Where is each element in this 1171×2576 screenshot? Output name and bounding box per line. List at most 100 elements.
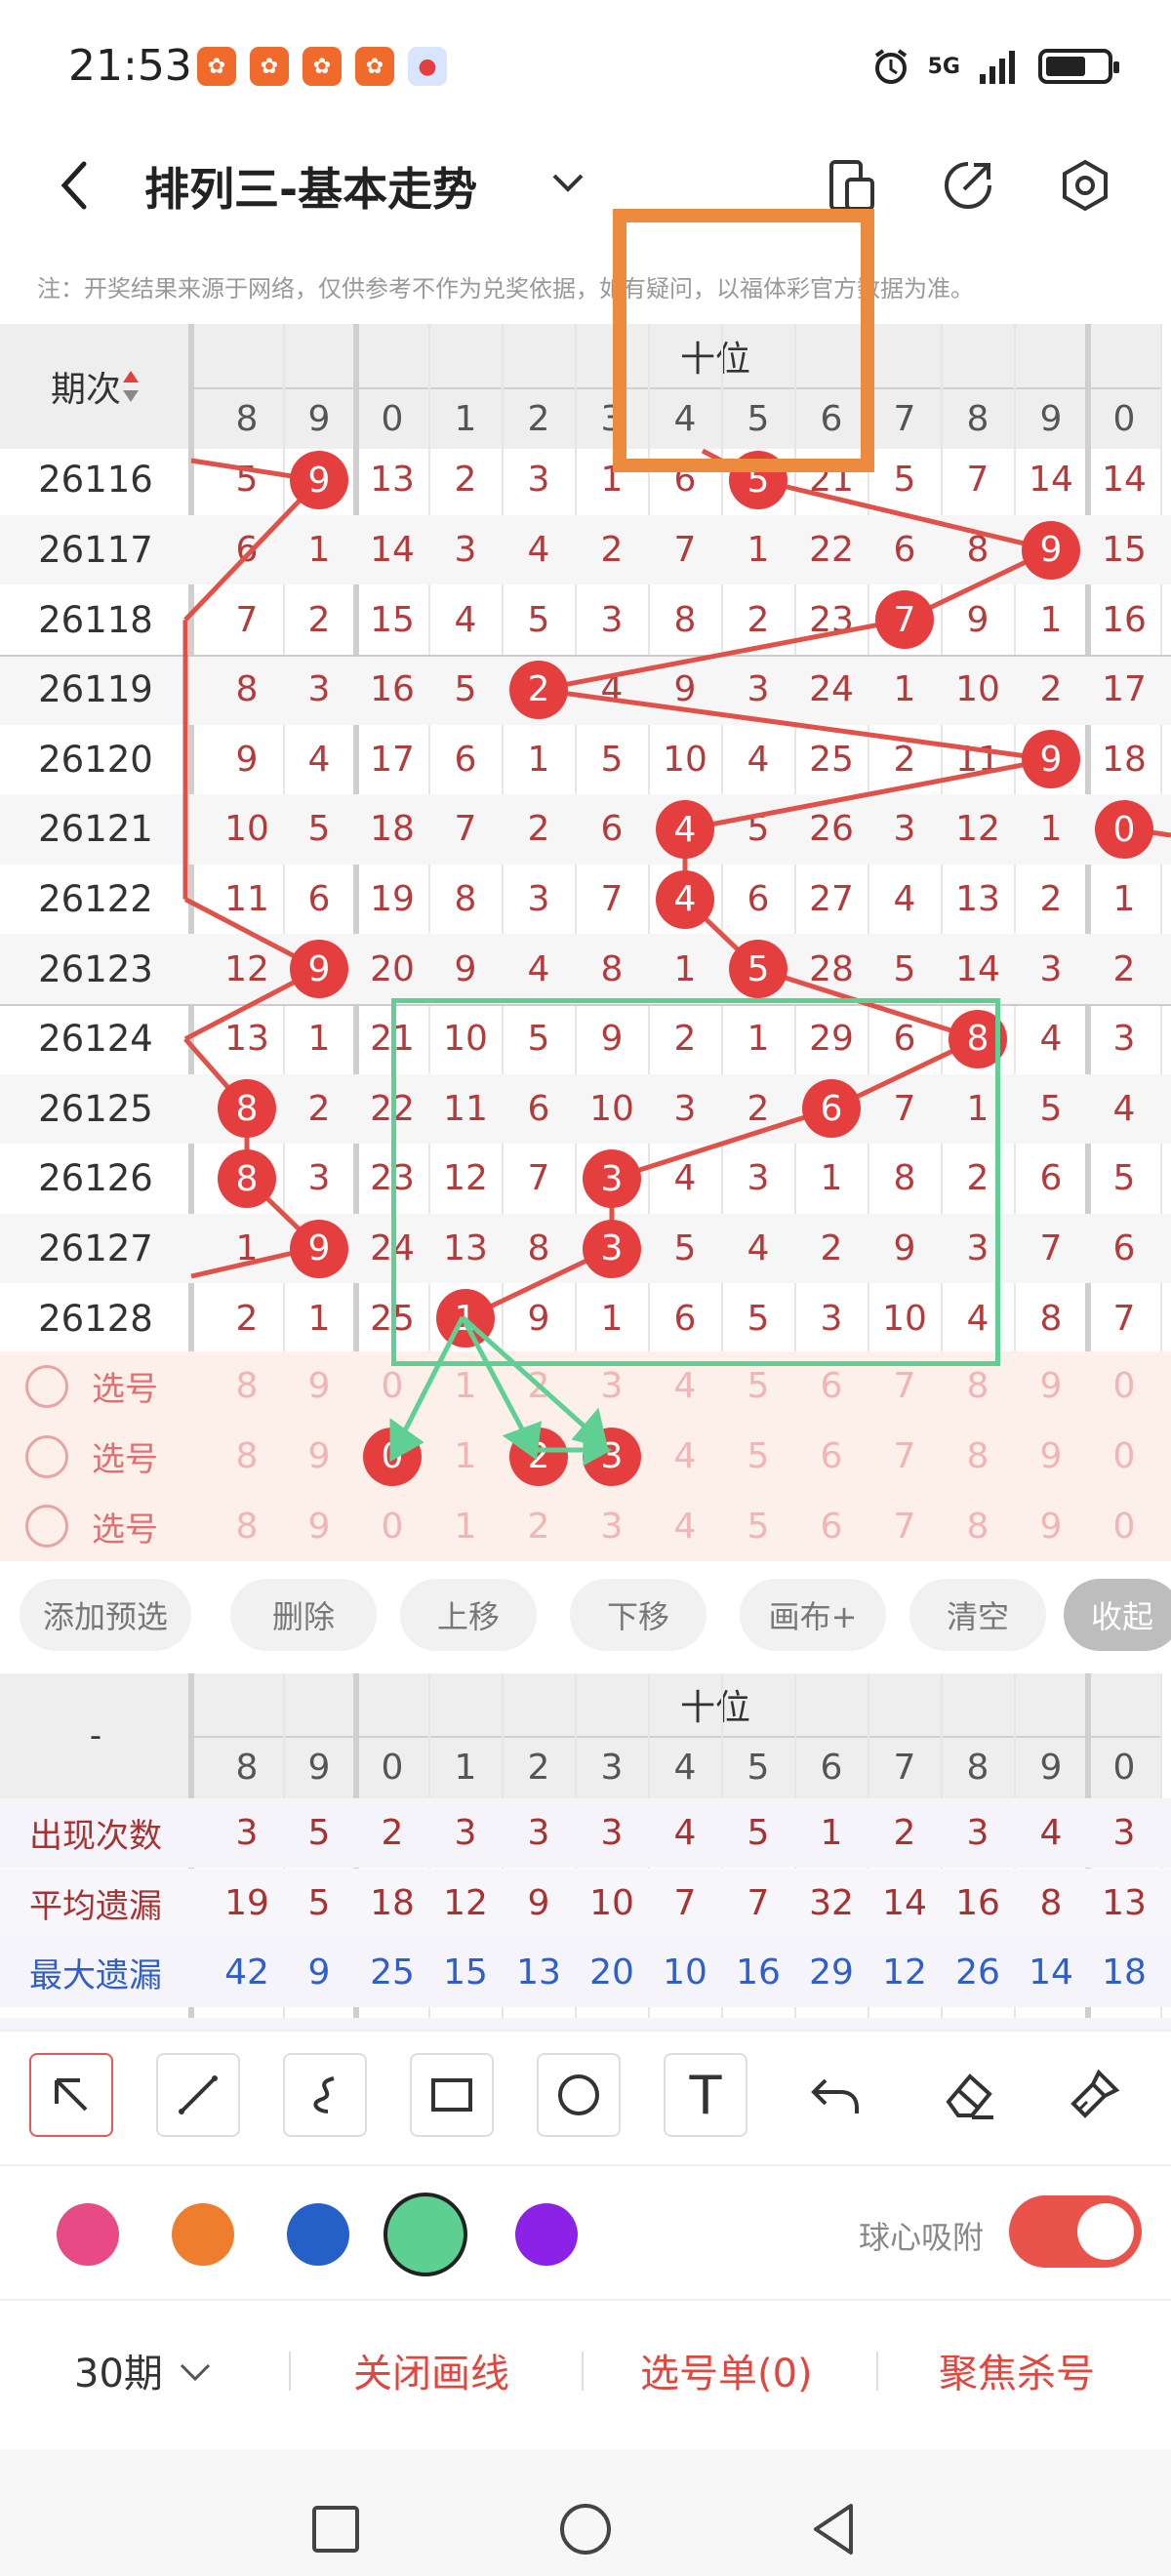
collapse-button[interactable]: 收起 (1064, 1579, 1171, 1651)
stats-header-divider (191, 1736, 1161, 1738)
focus-kill-button[interactable]: 聚焦杀号 (939, 2342, 1095, 2398)
action-button[interactable]: 下移 (570, 1579, 707, 1651)
stats-column-header: 2 (527, 1747, 550, 1788)
stats-value-cell: 3 (1112, 1813, 1136, 1853)
stats-value-cell: 8 (1039, 1882, 1063, 1923)
undo-icon[interactable] (808, 2069, 863, 2123)
tools-divider (0, 2030, 1171, 2032)
stats-value-cell: 10 (663, 1952, 707, 1992)
stats-value-cell: 2 (893, 1813, 916, 1853)
text-tool-button[interactable]: T (664, 2053, 747, 2137)
stats-value-cell: 18 (370, 1882, 415, 1923)
clear-brush-icon[interactable] (1066, 2067, 1122, 2123)
app-screen: { "status": {"time": "21:53", "network":… (0, 0, 1171, 2576)
stats-column-header: 0 (1112, 1747, 1136, 1788)
colors-divider (0, 2164, 1171, 2166)
stats-value-cell: 18 (1102, 1952, 1147, 1992)
stats-value-cell: 9 (527, 1882, 550, 1923)
stats-value-cell: 3 (600, 1813, 624, 1853)
stats-value-cell: 16 (955, 1882, 1000, 1923)
pick-list-button[interactable]: 选号单(0) (640, 2342, 813, 2398)
drawn-green-arrows[interactable] (0, 0, 1171, 1561)
color-swatch[interactable] (384, 2193, 467, 2276)
squiggle-icon (313, 2076, 335, 2113)
stats-value-cell: 25 (370, 1952, 415, 1992)
circle-icon (558, 2074, 599, 2115)
stats-tens-label: 十位 (679, 1688, 750, 1728)
stats-value-cell: 10 (589, 1882, 634, 1923)
stats-value-cell: 3 (454, 1813, 477, 1853)
stats-column-header: 9 (307, 1747, 331, 1788)
stats-value-cell: 2 (381, 1813, 404, 1853)
stats-column-header: 7 (893, 1747, 916, 1788)
chevron-down-icon[interactable] (176, 2359, 215, 2387)
stats-cutoff-row (0, 2018, 1171, 2030)
color-swatch[interactable] (57, 2203, 119, 2266)
circle-tool-button[interactable] (537, 2053, 621, 2137)
bottom-separator (289, 2352, 291, 2391)
stats-value-cell: 3 (235, 1813, 259, 1853)
stats-value-cell: 3 (527, 1813, 550, 1853)
stats-value-cell: 14 (1029, 1952, 1073, 1992)
stats-column-header: 3 (600, 1747, 624, 1788)
freehand-tool-button[interactable] (283, 2053, 367, 2137)
stats-value-cell: 14 (882, 1882, 927, 1923)
stats-column-header: 8 (235, 1747, 259, 1788)
color-swatch[interactable] (515, 2203, 578, 2266)
stats-column-header: 1 (454, 1747, 477, 1788)
bottom-divider (0, 2299, 1171, 2301)
stats-value-cell: 12 (443, 1882, 488, 1923)
bottom-separator (876, 2352, 878, 2391)
text-tool-icon: T (689, 2064, 722, 2126)
stats-value-cell: 13 (1102, 1882, 1147, 1923)
stats-value-cell: 12 (882, 1952, 927, 1992)
stats-value-cell: 1 (820, 1813, 843, 1853)
stats-row-label: 平均遗漏 (29, 1886, 162, 1926)
action-button[interactable]: 添加预选 (20, 1579, 191, 1651)
home-circle-icon[interactable] (558, 2502, 613, 2556)
snap-toggle[interactable] (1009, 2195, 1142, 2268)
stats-value-cell: 7 (747, 1882, 770, 1923)
stats-value-cell: 5 (307, 1882, 331, 1923)
stats-row-label: 出现次数 (29, 1817, 162, 1856)
close-draw-button[interactable]: 关闭画线 (353, 2342, 509, 2398)
color-swatch[interactable] (287, 2203, 349, 2266)
stats-value-cell: 4 (673, 1813, 697, 1853)
bottom-separator (582, 2352, 584, 2391)
stats-value-cell: 16 (736, 1952, 781, 1992)
stats-value-cell: 32 (809, 1882, 854, 1923)
stats-value-cell: 13 (516, 1952, 561, 1992)
select-tool-button[interactable] (29, 2053, 113, 2137)
back-triangle-icon[interactable] (808, 2502, 859, 2556)
stats-column-header: 6 (820, 1747, 843, 1788)
stats-corner-dash: - (89, 1716, 102, 1755)
action-button[interactable]: 删除 (230, 1579, 377, 1651)
color-swatch[interactable] (172, 2203, 234, 2266)
stats-value-cell: 19 (224, 1882, 269, 1923)
stats-value-cell: 4 (1039, 1813, 1063, 1853)
action-button[interactable]: 画布+ (740, 1579, 886, 1651)
stats-column-header: 9 (1039, 1747, 1063, 1788)
stats-value-cell: 42 (224, 1952, 269, 1992)
stats-column-header: 8 (966, 1747, 989, 1788)
stats-value-cell: 5 (307, 1813, 331, 1853)
stats-value-cell: 9 (307, 1952, 331, 1992)
line-tool-button[interactable] (156, 2053, 240, 2137)
period-count-select[interactable]: 30期 (74, 2342, 163, 2398)
arrow-pointer-icon (55, 2078, 88, 2112)
stats-value-cell: 7 (673, 1882, 697, 1923)
action-button[interactable]: 清空 (909, 1579, 1046, 1651)
stats-value-cell: 29 (809, 1952, 854, 1992)
stats-value-cell: 26 (955, 1952, 1000, 1992)
stats-value-cell: 15 (443, 1952, 488, 1992)
stats-value-cell: 5 (747, 1813, 770, 1853)
rectangle-tool-button[interactable] (410, 2053, 494, 2137)
eraser-icon[interactable] (941, 2067, 997, 2123)
system-nav-bar (0, 2449, 1171, 2576)
recents-square-icon[interactable] (310, 2504, 361, 2555)
stats-value-cell: 3 (966, 1813, 989, 1853)
action-button[interactable]: 上移 (400, 1579, 537, 1651)
rectangle-icon (431, 2078, 472, 2112)
stats-column-header: 5 (747, 1747, 770, 1788)
stats-row-label: 最大遗漏 (29, 1956, 162, 1995)
